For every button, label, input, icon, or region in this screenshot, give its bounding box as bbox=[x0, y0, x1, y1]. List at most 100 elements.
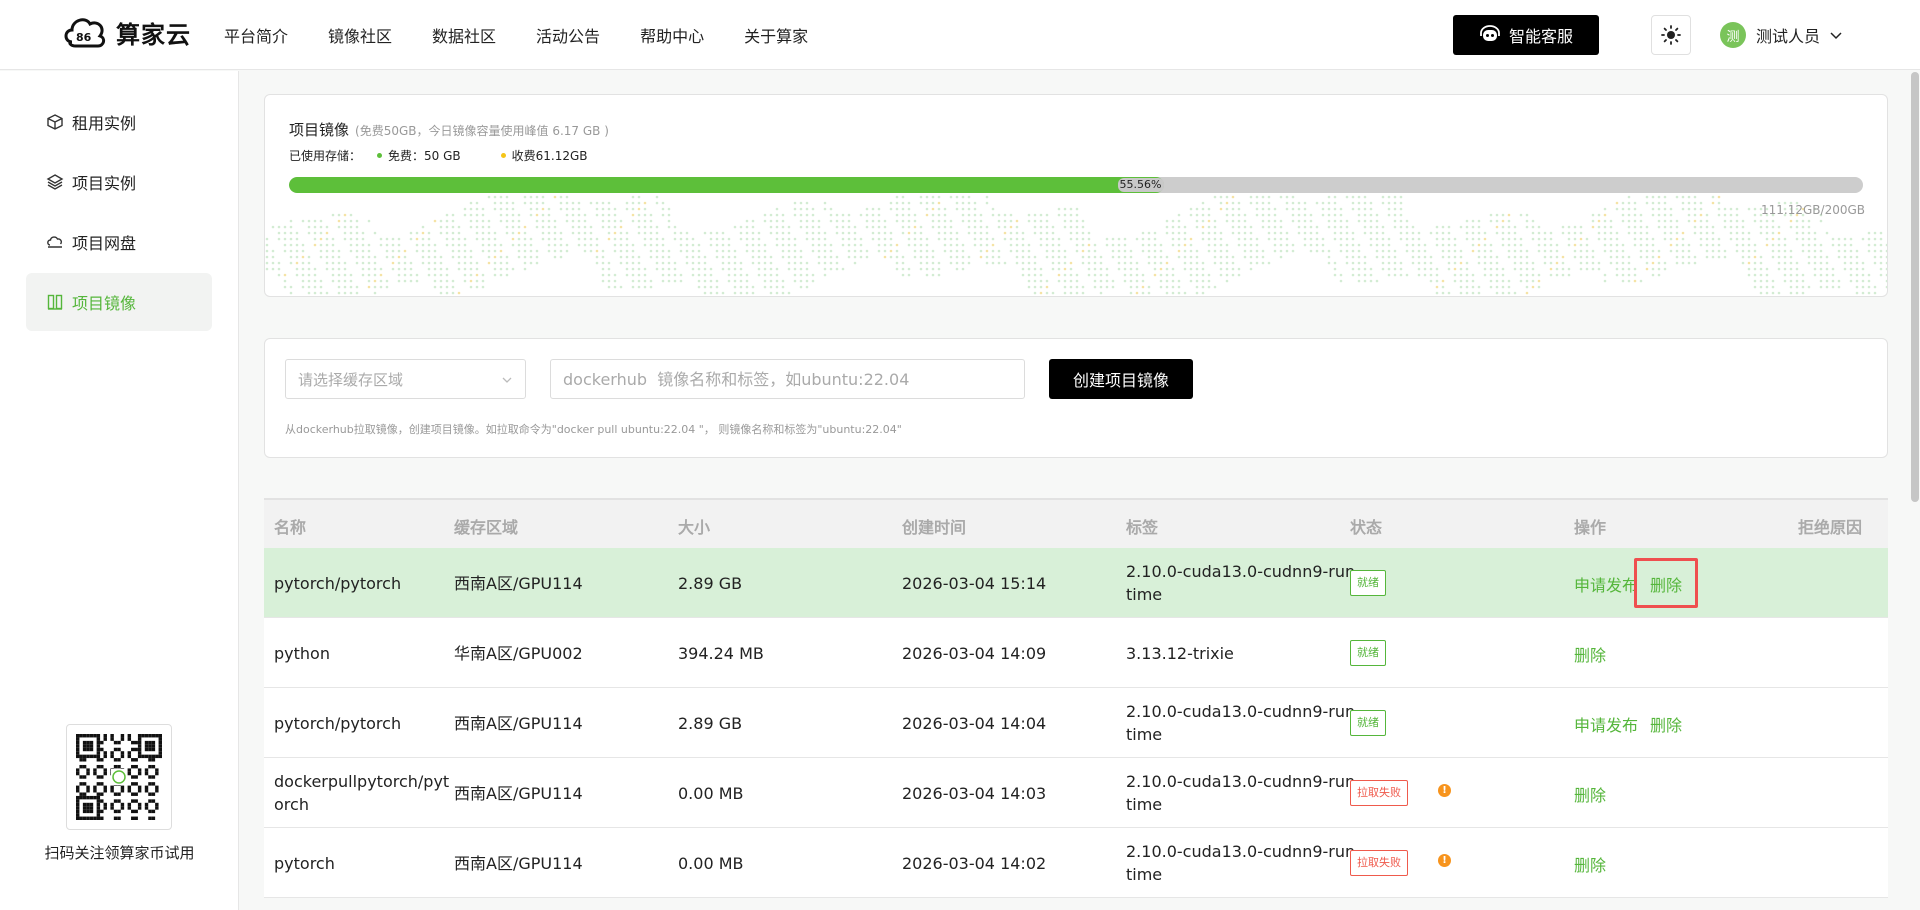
cell-tag-line: 2.10.0-cuda13.0-cudnn9-run bbox=[1126, 842, 1356, 861]
cell-size-line: 0.00 MB bbox=[678, 783, 744, 803]
cell-size: 0.00 MB bbox=[678, 852, 744, 875]
cell-tag: 3.13.12-trixie bbox=[1126, 642, 1234, 665]
table-body: pytorch/pytorch 西南A区/GPU114 2.89 GB 2026-03… bbox=[264, 548, 1888, 898]
cell-name: dockerpullpytorch/pyt orch bbox=[274, 770, 449, 816]
cell-created: 2026-03-04 14:02 bbox=[902, 852, 1046, 875]
cell-tag-line: 2.10.0-cuda13.0-cudnn9-run bbox=[1126, 772, 1356, 791]
cache-region-placeholder: 请选择缓存区域 bbox=[298, 370, 404, 389]
status-badge: 就绪 bbox=[1350, 640, 1386, 666]
delete-button[interactable]: 删除 bbox=[1574, 852, 1606, 876]
cell-size-line: 2.89 GB bbox=[678, 573, 743, 593]
storage-card: 项目镜像 (免费50GB，今日镜像容量使用峰值 6.17 GB ) 已使用存储： … bbox=[264, 94, 1888, 297]
cell-created-line: 2026-03-04 14:03 bbox=[902, 783, 1047, 803]
column-header-actions: 操作 bbox=[1574, 518, 1607, 537]
nav-image-community[interactable]: 镜像社区 bbox=[328, 23, 392, 47]
image-table: 名称 缓存区域 大小 创建时间 标签 状态 操作 拒绝原因 pytorch/py… bbox=[264, 498, 1888, 898]
cell-created: 2026-03-04 14:04 bbox=[902, 712, 1046, 735]
table-row: dockerpullpytorch/pyt orch 西南A区/GPU114 0.00… bbox=[264, 758, 1888, 828]
sidebar-item-label: 租用实例 bbox=[72, 114, 137, 133]
warning-icon[interactable]: ! bbox=[1438, 784, 1451, 797]
page-scrollbar[interactable] bbox=[1911, 72, 1919, 502]
nav-announcements[interactable]: 活动公告 bbox=[536, 23, 600, 47]
cell-size: 2.89 GB bbox=[678, 572, 742, 595]
user-name: 测试人员 bbox=[1756, 27, 1821, 46]
cell-size-line: 394.24 MB bbox=[678, 643, 764, 663]
cell-created-line: 2026-03-04 14:09 bbox=[902, 643, 1047, 663]
sun-icon bbox=[1661, 25, 1681, 45]
sidebar-item-rent-instance[interactable]: 租用实例 bbox=[26, 93, 212, 151]
layers-icon bbox=[46, 174, 64, 190]
nav-platform-intro[interactable]: 平台简介 bbox=[224, 23, 288, 47]
cell-tag-line: time bbox=[1126, 585, 1163, 604]
nav-about[interactable]: 关于算家 bbox=[744, 23, 808, 47]
column-header-name: 名称 bbox=[274, 518, 307, 537]
cell-name-line: dockerpullpytorch/pyt bbox=[274, 772, 450, 791]
column-header-size: 大小 bbox=[678, 518, 711, 537]
sidebar-item-project-drive[interactable]: 项目网盘 bbox=[26, 213, 212, 271]
wechat-qr-code bbox=[66, 724, 172, 830]
sidebar-item-project-instance[interactable]: 项目实例 bbox=[26, 153, 212, 211]
apply-publish-button[interactable]: 申请发布 bbox=[1574, 712, 1638, 736]
theme-toggle-button[interactable] bbox=[1651, 15, 1691, 55]
cell-tag-line: time bbox=[1126, 795, 1163, 814]
cell-size: 2.89 GB bbox=[678, 712, 742, 735]
cell-tag: 2.10.0-cuda13.0-cudnn9-run time bbox=[1126, 840, 1355, 886]
create-image-button[interactable]: 创建项目镜像 bbox=[1049, 359, 1193, 399]
delete-button[interactable]: 删除 bbox=[1574, 642, 1606, 666]
free-storage-label: 免费：50 GB bbox=[388, 149, 461, 163]
create-image-card: 请选择缓存区域 创建项目镜像 从dockerhub拉取镜像，创建项目镜像。如拉取… bbox=[264, 338, 1888, 458]
storage-note: (免费50GB，今日镜像容量使用峰值 6.17 GB ) bbox=[355, 124, 609, 138]
headset-icon bbox=[1480, 25, 1500, 41]
storage-title-row: 项目镜像 (免费50GB，今日镜像容量使用峰值 6.17 GB ) bbox=[289, 119, 609, 140]
sidebar-item-label: 项目镜像 bbox=[72, 294, 137, 313]
cell-name-line: python bbox=[274, 643, 330, 663]
column-header-status: 状态 bbox=[1350, 518, 1383, 537]
storage-percent: 55.56% bbox=[1117, 178, 1164, 192]
cell-tag: 2.10.0-cuda13.0-cudnn9-run time bbox=[1126, 700, 1355, 746]
table-header: 名称 缓存区域 大小 创建时间 标签 状态 操作 拒绝原因 bbox=[264, 498, 1888, 548]
cell-tag: 2.10.0-cuda13.0-cudnn9-run time bbox=[1126, 770, 1355, 816]
storage-progress-fill: 55.56% bbox=[289, 177, 1164, 193]
cell-tag: 2.10.0-cuda13.0-cudnn9-run time bbox=[1126, 560, 1355, 606]
status-badge: 拉取失败 bbox=[1350, 850, 1408, 876]
cell-name-line: pytorch/pytorch bbox=[274, 713, 402, 733]
cell-name: pytorch/pytorch bbox=[274, 572, 401, 595]
cell-name-line: pytorch/pytorch bbox=[274, 573, 402, 593]
delete-button[interactable]: 删除 bbox=[1650, 712, 1682, 736]
cell-name-line: pytorch bbox=[274, 853, 335, 873]
avatar: 测 bbox=[1720, 22, 1746, 48]
user-menu[interactable]: 测 测试人员 bbox=[1720, 22, 1842, 48]
nav-help-center[interactable]: 帮助中心 bbox=[640, 23, 704, 47]
cell-region: 西南A区/GPU114 bbox=[454, 572, 583, 595]
cell-region: 西南A区/GPU114 bbox=[454, 712, 583, 735]
image-name-input[interactable] bbox=[550, 359, 1025, 399]
table-row: pytorch/pytorch 西南A区/GPU114 2.89 GB 2026-03… bbox=[264, 548, 1888, 618]
cell-created: 2026-03-04 15:14 bbox=[902, 572, 1046, 595]
column-header-region: 缓存区域 bbox=[454, 518, 519, 537]
free-dot-icon bbox=[377, 153, 383, 158]
sidebar-item-label: 项目网盘 bbox=[72, 234, 137, 253]
delete-button[interactable]: 删除 bbox=[1574, 782, 1606, 806]
column-header-reject-reason: 拒绝原因 bbox=[1798, 518, 1863, 537]
cell-region-line: 西南A区/GPU114 bbox=[454, 573, 583, 593]
cell-region-line: 华南A区/GPU002 bbox=[454, 643, 583, 663]
nav-data-community[interactable]: 数据社区 bbox=[432, 23, 496, 47]
cell-region: 华南A区/GPU002 bbox=[454, 642, 583, 665]
smart-service-button[interactable]: 智能客服 bbox=[1453, 15, 1599, 55]
table-row: python 华南A区/GPU002 394.24 MB 2026-03-04 14:… bbox=[264, 618, 1888, 688]
brand-name: 算家云 bbox=[116, 20, 191, 49]
cell-region: 西南A区/GPU114 bbox=[454, 782, 583, 805]
cache-region-select[interactable]: 请选择缓存区域 bbox=[285, 359, 526, 399]
warning-icon[interactable]: ! bbox=[1438, 854, 1451, 867]
status-badge: 就绪 bbox=[1350, 570, 1386, 596]
apply-publish-button[interactable]: 申请发布 bbox=[1574, 572, 1638, 596]
storage-total: 111.12GB/200GB bbox=[1761, 203, 1865, 217]
cloud-logo-icon: 86 bbox=[64, 18, 106, 48]
cell-size-line: 0.00 MB bbox=[678, 853, 744, 873]
sidebar-item-project-image[interactable]: 项目镜像 bbox=[26, 273, 212, 331]
cell-created-line: 2026-03-04 14:04 bbox=[902, 713, 1047, 733]
cell-created: 2026-03-04 14:03 bbox=[902, 782, 1046, 805]
cell-name: pytorch/pytorch bbox=[274, 712, 401, 735]
decorative-dot-pattern bbox=[265, 195, 1887, 295]
brand-logo[interactable]: 86 算家云 bbox=[62, 12, 191, 52]
